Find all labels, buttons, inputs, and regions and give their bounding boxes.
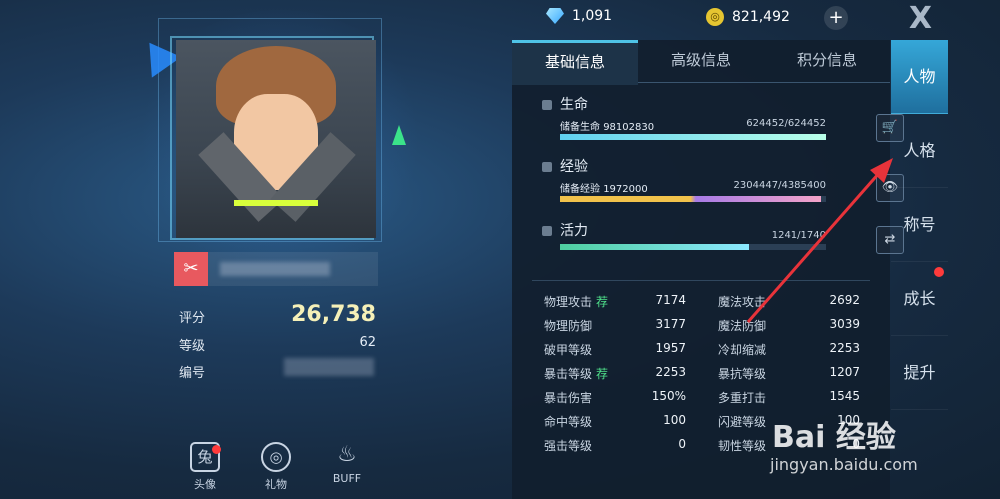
baidu-watermark-url: jingyan.baidu.com: [770, 455, 918, 474]
attribute-value: 100: [663, 413, 686, 427]
score-label: 评分: [179, 311, 206, 326]
score-value: 26,738: [291, 302, 376, 327]
level-value: 62: [359, 335, 376, 350]
coin-amount: 821,492: [732, 9, 790, 25]
life-numbers: 624452/624452: [746, 118, 826, 129]
attribute-value: 2253: [829, 341, 860, 355]
avatar-button[interactable]: 兔 头像: [180, 442, 230, 492]
recommended-tag: 荐: [596, 367, 609, 381]
vitality-title: 活力: [542, 220, 588, 240]
attribute-name: 魔法攻击: [718, 295, 767, 309]
life-bar-fill: [560, 134, 826, 140]
green-triangle-decoration: [392, 125, 406, 145]
attribute-name: 物理攻击荐: [544, 295, 609, 309]
coin-counter: ◎ 821,492: [706, 8, 790, 30]
exp-bar-fill: [560, 196, 821, 202]
attribute-value: 3039: [829, 317, 860, 331]
level-label: 等级: [179, 339, 206, 354]
buff-button[interactable]: ♨ BUFF: [322, 442, 372, 485]
gift-swirl-icon: ◎: [261, 442, 291, 472]
character-name-row: ✂: [174, 252, 378, 286]
attribute-name: 魔法防御: [718, 319, 767, 333]
avatar-notification-dot: [212, 445, 221, 454]
attribute-value: 1207: [829, 365, 860, 379]
avatar-button-label: 头像: [194, 478, 216, 491]
character-name-redacted: [220, 262, 330, 276]
exp-numbers: 2304447/4385400: [733, 180, 826, 191]
attribute-name: 冷却缩减: [718, 343, 767, 357]
vitality-icon: [542, 226, 552, 236]
exp-title: 经验: [542, 156, 588, 176]
attribute-value: 1957: [655, 341, 686, 355]
attribute-value: 3177: [655, 317, 686, 331]
attribute-name: 闪避等级: [718, 415, 767, 429]
portrait-accent-stripe: [234, 200, 318, 206]
character-portrait[interactable]: [176, 40, 376, 238]
diamond-icon: [546, 8, 564, 24]
attribute-value: 2253: [655, 365, 686, 379]
flame-buff-icon: ♨: [337, 442, 357, 467]
nav-title[interactable]: 称号: [891, 188, 948, 262]
id-value-redacted: [284, 358, 374, 376]
add-currency-button[interactable]: +: [824, 6, 848, 30]
nav-personality[interactable]: 人格: [891, 114, 948, 188]
attribute-value: 2692: [829, 293, 860, 307]
attribute-name: 暴抗等级: [718, 367, 767, 381]
exp-reserve: 储备经验 1972000: [560, 184, 648, 195]
class-icon: ✂: [174, 252, 208, 286]
growth-notification-dot: [934, 267, 944, 277]
nav-character[interactable]: 人物: [891, 40, 948, 114]
baidu-watermark-logo: Bai 经验: [772, 420, 896, 455]
attribute-value: 150%: [651, 389, 686, 403]
attribute-value: 7174: [655, 293, 686, 307]
attribute-name: 强击等级: [544, 439, 593, 453]
close-button[interactable]: X: [893, 0, 948, 40]
attribute-name: 多重打击: [718, 391, 767, 405]
tab-advanced-info[interactable]: 高级信息: [638, 40, 764, 82]
attribute-value: 1545: [829, 389, 860, 403]
gift-button[interactable]: ◎ 礼物: [251, 442, 301, 492]
attribute-name: 破甲等级: [544, 343, 593, 357]
buff-button-label: BUFF: [332, 472, 362, 485]
diamond-amount: 1,091: [572, 8, 613, 24]
heart-icon: [542, 100, 552, 110]
info-tabs: 基础信息 高级信息 积分信息: [512, 40, 890, 85]
life-title: 生命: [542, 94, 588, 114]
life-reserve: 储备生命 98102830: [560, 122, 655, 133]
vitality-numbers: 1241/1740: [771, 230, 826, 241]
attribute-name: 物理防御: [544, 319, 593, 333]
life-bar: [560, 134, 826, 140]
tab-basic-info[interactable]: 基础信息: [512, 40, 638, 85]
exp-icon: [542, 162, 552, 172]
attribute-name: 暴击伤害: [544, 391, 593, 405]
id-label: 编号: [179, 366, 206, 381]
exp-bar: [560, 196, 826, 202]
vitality-bar-fill: [560, 244, 749, 250]
vitality-bar: [560, 244, 826, 250]
nav-upgrade[interactable]: 提升: [891, 336, 948, 410]
coin-icon: ◎: [706, 8, 724, 26]
attribute-name: 暴击等级荐: [544, 367, 609, 381]
tab-points-info[interactable]: 积分信息: [764, 40, 890, 82]
attribute-name: 命中等级: [544, 415, 593, 429]
diamond-counter: 1,091: [546, 8, 612, 30]
recommended-tag: 荐: [596, 295, 609, 309]
gift-button-label: 礼物: [265, 478, 287, 491]
attribute-value: 0: [678, 437, 686, 451]
attribute-name: 韧性等级: [718, 439, 767, 453]
section-divider: [532, 280, 870, 281]
